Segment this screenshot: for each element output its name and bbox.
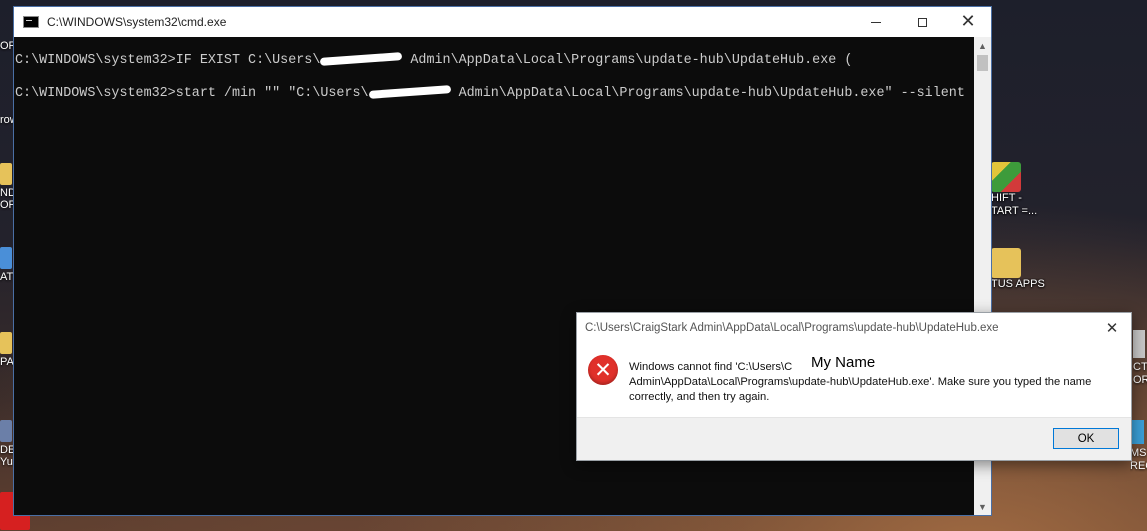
desktop-icon-label: REC xyxy=(1130,460,1147,472)
console-text: C:\WINDOWS\system32>IF EXIST C:\Users\ xyxy=(15,53,321,68)
desktop-icon-partial[interactable]: CT OR xyxy=(1133,330,1147,387)
close-icon: ✕ xyxy=(960,11,976,32)
desktop-icon-partial[interactable]: MS REC xyxy=(1130,420,1147,473)
desktop-icon-label: AT xyxy=(0,271,14,283)
desktop-icon-label: OR xyxy=(1133,374,1147,386)
folder-icon xyxy=(991,248,1021,278)
desktop-icon-label: Yu xyxy=(0,456,13,468)
scroll-up-arrow-icon[interactable]: ▲ xyxy=(974,37,991,54)
dialog-footer: OK xyxy=(577,417,1131,460)
close-icon: ✕ xyxy=(1105,319,1119,337)
dialog-close-button[interactable]: ✕ xyxy=(1103,319,1121,337)
error-dialog[interactable]: C:\Users\CraigStark Admin\AppData\Local\… xyxy=(576,312,1132,461)
minimize-icon xyxy=(871,21,881,23)
name-overlay: My Name xyxy=(809,354,878,371)
ok-button[interactable]: OK xyxy=(1053,428,1119,449)
dialog-title: C:\Users\CraigStark Admin\AppData\Local\… xyxy=(585,322,999,334)
desktop-icon-label: HIFT - xyxy=(991,192,1022,204)
desktop-icon-shift-start[interactable]: HIFT - TART =... xyxy=(991,162,1055,218)
window-controls: ✕ xyxy=(853,7,991,37)
desktop-icon-label: CT xyxy=(1133,361,1147,373)
maximize-icon xyxy=(917,17,927,27)
console-text: C:\WINDOWS\system32>start /min "" "C:\Us… xyxy=(15,86,369,101)
scroll-thumb[interactable] xyxy=(977,55,988,71)
error-message-rest: Admin\AppData\Local\Programs\update-hub\… xyxy=(629,376,1092,403)
maximize-button[interactable] xyxy=(899,7,945,37)
app-icon xyxy=(1130,420,1144,444)
scroll-down-arrow-icon[interactable]: ▼ xyxy=(974,498,991,515)
desktop-icon-label: MS xyxy=(1130,447,1147,459)
app-icon xyxy=(1133,330,1145,358)
shortcut-icon xyxy=(991,162,1021,192)
folder-icon xyxy=(0,163,12,185)
console-text: Admin\AppData\Local\Programs\update-hub\… xyxy=(402,53,853,68)
error-x-glyph: ✕ xyxy=(594,358,612,382)
close-button[interactable]: ✕ xyxy=(945,7,991,37)
redaction-mark xyxy=(368,85,451,100)
minimize-button[interactable] xyxy=(853,7,899,37)
dialog-titlebar[interactable]: C:\Users\CraigStark Admin\AppData\Local\… xyxy=(577,313,1131,343)
error-icon: ✕ xyxy=(588,355,618,385)
error-message-start: Windows cannot find 'C:\Users\C xyxy=(629,361,793,373)
console-line: C:\WINDOWS\system32>start /min "" "C:\Us… xyxy=(15,85,965,101)
app-icon xyxy=(0,247,12,269)
dialog-content: ✕ Windows cannot find 'C:\Users\C Admin\… xyxy=(577,343,1131,418)
desktop-icon-label: TART =... xyxy=(991,205,1038,217)
folder-icon xyxy=(0,332,12,354)
console-line: C:\WINDOWS\system32>IF EXIST C:\Users\ A… xyxy=(15,52,853,68)
desktop-icon-label: TUS APPS xyxy=(991,278,1045,290)
desktop-icon-tus-apps[interactable]: TUS APPS xyxy=(991,248,1055,291)
app-icon xyxy=(0,420,12,442)
cmd-window-title: C:\WINDOWS\system32\cmd.exe xyxy=(47,15,227,29)
cmd-titlebar[interactable]: C:\WINDOWS\system32\cmd.exe ✕ xyxy=(14,7,991,37)
console-text: Admin\AppData\Local\Programs\update-hub\… xyxy=(450,86,965,101)
redaction-mark xyxy=(320,52,403,67)
cmd-app-icon xyxy=(23,16,39,28)
